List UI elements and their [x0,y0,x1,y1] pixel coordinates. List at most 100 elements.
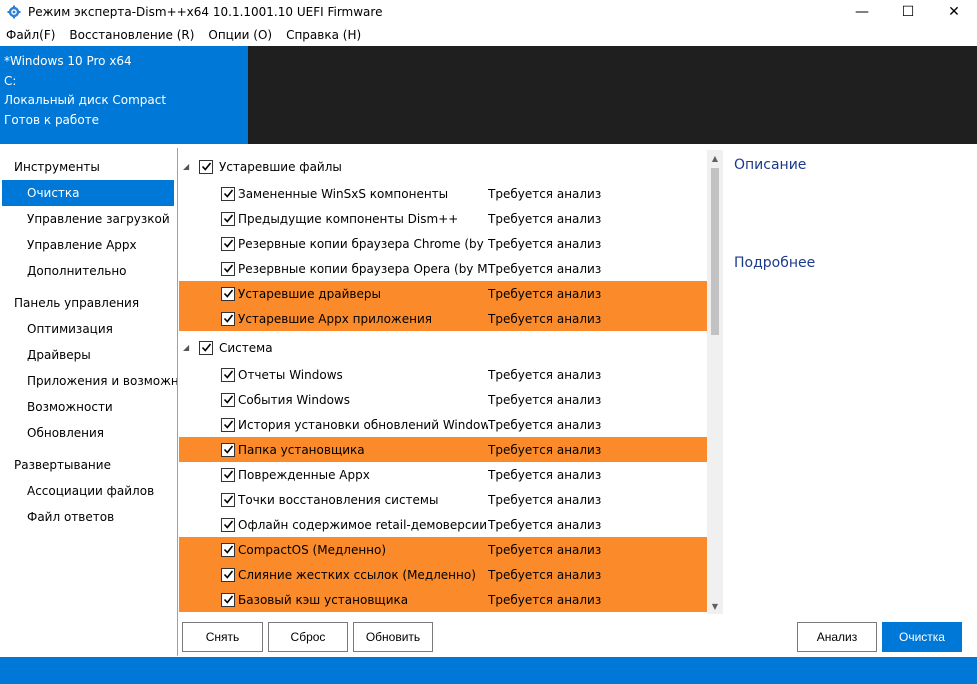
group-label: Система [219,340,273,355]
item-checkbox[interactable] [221,311,235,326]
item-name: Резервные копии браузера Opera (by MS-PC… [238,261,488,276]
scroll-down-icon[interactable]: ▼ [707,598,723,614]
item-name: Отчеты Windows [238,367,343,382]
item-checkbox[interactable] [221,261,235,276]
refresh-button[interactable]: Обновить [353,622,433,652]
item-status: Требуется анализ [488,236,602,251]
list-item[interactable]: Резервные копии браузера Chrome (by Honr… [179,231,707,256]
gear-icon[interactable] [6,4,22,20]
item-checkbox[interactable] [221,442,235,457]
item-checkbox[interactable] [221,392,235,407]
menu-file[interactable]: Файл(F) [0,28,61,42]
item-checkbox[interactable] [221,367,235,382]
item-checkbox[interactable] [221,592,235,607]
list-item[interactable]: Резервные копии браузера Opera (by MS-PC… [179,256,707,281]
list-item[interactable]: История установки обновлений Windows Треб… [179,412,707,437]
analyze-button[interactable]: Анализ [797,622,877,652]
menu-options[interactable]: Опции (O) [202,28,278,42]
sidebar-item-appx-management[interactable]: Управление Appx [0,232,177,258]
item-checkbox[interactable] [221,467,235,482]
item-status: Требуется анализ [488,542,602,557]
item-status: Требуется анализ [488,392,602,407]
cleanup-list: ◢ Устаревшие файлы Замененные WinSxS компо… [179,150,707,614]
menu-recovery[interactable]: Восстановление (R) [63,28,200,42]
list-item[interactable]: Предыдущие компоненты Dism++ Требуется ан… [179,206,707,231]
item-checkbox[interactable] [221,567,235,582]
sidebar-item-advanced[interactable]: Дополнительно [0,258,177,284]
image-info-panel[interactable]: *Windows 10 Pro x64 C: Локальный диск Co… [0,46,248,144]
deselect-button[interactable]: Снять [182,622,263,652]
close-button[interactable]: ✕ [931,0,977,24]
group-checkbox[interactable] [199,159,213,174]
item-name: Офлайн содержимое retail-демоверсии Wind… [238,517,488,532]
list-item[interactable]: Устаревшие драйверы Требуется анализ [179,281,707,306]
description-title: Описание [734,157,807,173]
sidebar-item-cleanup[interactable]: Очистка [2,180,174,206]
sidebar-item-optimization[interactable]: Оптимизация [0,316,177,342]
list-item[interactable]: Слияние жестких ссылок (Медленно) Требует… [179,562,707,587]
item-status: Требуется анализ [488,417,602,432]
list-item[interactable]: Базовый кэш установщика Требуется анализ [179,587,707,612]
status-text: Готов к работе [4,112,100,127]
sidebar-item-apps-features[interactable]: Приложения и возможности [0,368,177,394]
item-status: Требуется анализ [488,211,602,226]
sidebar-item-file-associations[interactable]: Ассоциации файлов [0,478,177,504]
details-title: Подробнее [734,255,816,271]
item-name: Предыдущие компоненты Dism++ [238,211,459,226]
list-item[interactable]: Офлайн содержимое retail-демоверсии Wind… [179,512,707,537]
sidebar-item-boot-management[interactable]: Управление загрузкой [0,206,177,232]
item-checkbox[interactable] [221,236,235,251]
item-name: События Windows [238,392,350,407]
item-status: Требуется анализ [488,592,602,607]
item-status: Требуется анализ [488,567,602,582]
sidebar-item-features[interactable]: Возможности [0,394,177,420]
list-item[interactable]: Папка установщика Требуется анализ [179,437,707,462]
list-item[interactable]: Точки восстановления системы Требуется ан… [179,487,707,512]
item-name: Папка установщика [238,442,365,457]
list-item[interactable]: Устаревшие Appx приложения Требуется анал… [179,306,707,331]
item-name: Базовый кэш установщика [238,592,409,607]
item-status: Требуется анализ [488,186,602,201]
reset-button[interactable]: Сброс [268,622,348,652]
item-checkbox[interactable] [221,211,235,226]
list-item[interactable]: CompactOS (Медленно) Требуется анализ [179,537,707,562]
item-status: Требуется анализ [488,261,602,276]
item-checkbox[interactable] [221,492,235,507]
item-name: Слияние жестких ссылок (Медленно) [238,567,476,582]
sidebar-group-tools: Инструменты [14,160,100,174]
menu-bar: Файл(F) Восстановление (R) Опции (O) Спр… [0,24,977,46]
list-group-header[interactable]: ◢ Система [179,331,707,362]
os-name: *Windows 10 Pro x64 [4,54,132,68]
list-scrollbar[interactable]: ▲ ▼ [707,150,723,614]
maximize-button[interactable]: ☐ [885,0,931,24]
scroll-thumb[interactable] [711,168,719,335]
collapse-arrow-icon[interactable]: ◢ [183,343,193,352]
clean-button[interactable]: Очистка [882,622,962,652]
menu-help[interactable]: Справка (H) [280,28,367,42]
status-bar [0,657,977,684]
sidebar-item-updates[interactable]: Обновления [0,420,177,446]
sidebar-item-answer-file[interactable]: Файл ответов [0,504,177,530]
collapse-arrow-icon[interactable]: ◢ [183,162,193,171]
minimize-button[interactable]: — [839,0,885,24]
item-status: Требуется анализ [488,311,602,326]
item-name: История установки обновлений Windows [238,417,488,432]
item-status: Требуется анализ [488,442,602,457]
list-item[interactable]: Замененные WinSxS компоненты Требуется ан… [179,181,707,206]
list-item[interactable]: События Windows Требуется анализ [179,387,707,412]
item-checkbox[interactable] [221,517,235,532]
scroll-up-icon[interactable]: ▲ [707,150,723,166]
list-item[interactable]: Отчеты Windows Требуется анализ [179,362,707,387]
item-status: Требуется анализ [488,492,602,507]
sidebar: Инструменты Очистка Управление загрузкой… [0,148,178,656]
item-checkbox[interactable] [221,186,235,201]
list-item[interactable]: Поврежденные Appx Требуется анализ [179,462,707,487]
item-checkbox[interactable] [221,542,235,557]
group-checkbox[interactable] [199,340,213,355]
item-checkbox[interactable] [221,286,235,301]
item-status: Требуется анализ [488,467,602,482]
item-checkbox[interactable] [221,417,235,432]
item-name: Замененные WinSxS компоненты [238,186,449,201]
list-group-header[interactable]: ◢ Устаревшие файлы [179,150,707,181]
sidebar-item-drivers[interactable]: Драйверы [0,342,177,368]
